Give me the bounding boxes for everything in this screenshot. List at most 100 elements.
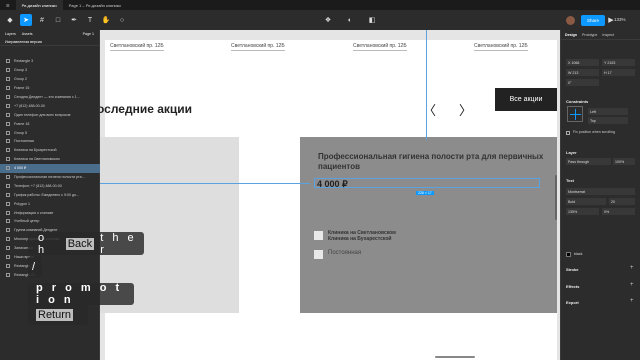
arrow-prev-icon[interactable]: 〈: [423, 100, 436, 119]
layer-item-label: Телефон: +7 (812) 488-00-00: [14, 183, 62, 188]
layer-item[interactable]: Rectangle 3: [0, 57, 100, 66]
layer-item[interactable]: Учебный центр: [0, 217, 100, 226]
share-button[interactable]: Share: [581, 15, 605, 26]
tab-page-1[interactable]: Page 1 – Ре-дизайн клиники: [63, 0, 127, 10]
font-size-field[interactable]: 20: [609, 198, 635, 205]
caption-highlight: Back: [65, 237, 95, 250]
layer-item[interactable]: +7 (812) 488-00-00: [0, 101, 100, 110]
promotions-heading: оследние акции: [100, 102, 193, 116]
layer-item[interactable]: Постоянная: [0, 137, 100, 146]
constraint-horizontal[interactable]: Left: [588, 108, 628, 115]
text-title: Text: [566, 178, 574, 183]
constraint-vertical[interactable]: Top: [588, 117, 628, 124]
page-selector[interactable]: Page 1: [83, 32, 94, 36]
address-label: Светлановский пр. 12Б: [474, 43, 528, 51]
layer-item[interactable]: Group 3: [0, 66, 100, 75]
layer-type-icon: [6, 86, 10, 91]
fill-swatch[interactable]: [566, 252, 571, 257]
all-promotions-button[interactable]: Все акции: [495, 88, 557, 111]
layer-item-label: Клиника на Бухарестской: [14, 148, 57, 153]
line-height-field[interactable]: 135%: [566, 208, 599, 215]
h-field[interactable]: H 17: [602, 69, 635, 76]
current-page-item[interactable]: Исправленная версия: [0, 38, 99, 46]
comment-tool-icon[interactable]: ○: [116, 14, 128, 26]
checkbox-icon: [314, 250, 323, 259]
layer-item[interactable]: Клиника на Светлановском: [0, 155, 100, 164]
design-panel-tabs: Design Prototype Inspect: [561, 30, 640, 40]
constraints-widget[interactable]: [567, 106, 583, 122]
layer-item[interactable]: Сегодня Дендент — это компания с 1...: [0, 93, 100, 102]
font-weight-select[interactable]: Bold: [566, 198, 606, 205]
export-title: Export: [566, 300, 579, 305]
arrow-next-icon[interactable]: 〉: [459, 100, 472, 119]
pen-tool-icon[interactable]: ✒: [68, 14, 80, 26]
y-field[interactable]: Y 2153: [602, 59, 635, 66]
file-tab-label: Ре-дизайн клиники: [21, 2, 57, 8]
layer-item[interactable]: Frame 18: [0, 119, 100, 128]
layer-item[interactable]: Frame 15: [0, 84, 100, 93]
promo-card[interactable]: Профессиональная гигиена полости рта для…: [300, 137, 557, 313]
move-tool-icon[interactable]: ➤: [20, 14, 32, 26]
page-frame[interactable]: Светлановский пр. 12Б Светлановский пр. …: [100, 40, 557, 360]
layer-type-icon: [6, 59, 10, 64]
layer-item[interactable]: Polygon 1: [0, 199, 100, 208]
caption-line-1: o h Back t h e r: [28, 232, 144, 256]
layer-type-icon: [6, 95, 10, 99]
layer-item[interactable]: Клиника на Бухарестской: [0, 146, 100, 155]
zoom-level[interactable]: 133%: [614, 17, 626, 22]
layer-type-icon: [6, 255, 10, 260]
opacity-field[interactable]: 100%: [613, 158, 635, 165]
layer-item-label: Постоянная: [14, 139, 34, 144]
user-avatar[interactable]: [566, 16, 575, 25]
promo-card-price[interactable]: 4 000 ₽: [314, 178, 540, 189]
canvas-hscrollbar[interactable]: [435, 356, 475, 358]
layer-item[interactable]: Rectangle 21: [0, 270, 100, 279]
add-effect-icon[interactable]: +: [630, 282, 634, 288]
letter-spacing-field[interactable]: 0%: [602, 208, 635, 215]
selection-size-badge: 226 × 17: [416, 191, 434, 195]
blend-mode-select[interactable]: Pass through: [566, 158, 611, 165]
x-field[interactable]: X 1068: [566, 59, 599, 66]
tab-design[interactable]: Design: [565, 33, 577, 37]
address-label: Светлановский пр. 12Б: [231, 43, 285, 51]
layer-item[interactable]: Профессиональная гигиена полости рта...: [0, 173, 100, 182]
layer-item[interactable]: 4 000 ₽: [0, 163, 100, 173]
layer-type-icon: [6, 228, 10, 233]
constraint-h-bar: [570, 114, 581, 115]
promo-card-clinics: Клиника на Светлановском Клиника на Буха…: [328, 230, 396, 242]
layer-item-label: Rectangle 3: [14, 59, 34, 64]
tab-file-redesign[interactable]: Ре-дизайн клиники: [15, 0, 63, 10]
font-family-select[interactable]: Montserrat: [566, 188, 635, 195]
layer-type-icon: [6, 166, 10, 171]
tab-layers[interactable]: Layers: [5, 32, 16, 36]
w-field[interactable]: W 213: [566, 69, 599, 76]
shape-tool-icon[interactable]: □: [52, 14, 64, 26]
frame-tool-icon[interactable]: #: [36, 14, 48, 26]
tab-inspect[interactable]: Inspect: [602, 33, 614, 37]
mask-icon[interactable]: ◐: [344, 14, 356, 26]
tab-assets[interactable]: Assets: [22, 32, 33, 36]
add-stroke-icon[interactable]: +: [630, 265, 634, 271]
main-toolbar: ◆ ➤ # □ ✒ T ✋ ○ ❖ ◐ ◧ Share ▶ 133%: [0, 10, 640, 30]
layer-item[interactable]: Один телефон для всех вопросов: [0, 110, 100, 119]
main-menu-icon[interactable]: ◆: [4, 14, 16, 26]
design-canvas[interactable]: Светлановский пр. 12Б Светлановский пр. …: [100, 30, 560, 360]
layer-item[interactable]: Rectangle 37: [0, 261, 100, 270]
layer-item[interactable]: Group 5: [0, 128, 100, 137]
hand-tool-icon[interactable]: ✋: [100, 14, 112, 26]
boolean-icon[interactable]: ◧: [366, 14, 378, 26]
layer-item[interactable]: Group 2: [0, 75, 100, 84]
tab-prototype[interactable]: Prototype: [582, 33, 597, 37]
menu-icon[interactable]: ☰: [0, 0, 16, 10]
layer-item[interactable]: Информация о клинике: [0, 208, 100, 217]
canvas-scrollbar[interactable]: [555, 175, 557, 220]
layer-item[interactable]: График работы: Ежедневно с 9:00 до...: [0, 190, 100, 199]
fix-position-checkbox[interactable]: [566, 131, 570, 135]
layer-item[interactable]: Телефон: +7 (812) 488-00-00: [0, 181, 100, 190]
rotation-field[interactable]: 0°: [566, 79, 599, 86]
component-icon[interactable]: ❖: [322, 14, 334, 26]
text-tool-icon[interactable]: T: [84, 14, 96, 26]
add-export-icon[interactable]: +: [630, 298, 634, 304]
fix-position-label: Fix position when scrolling: [573, 130, 615, 134]
layer-type-icon: [6, 103, 10, 108]
